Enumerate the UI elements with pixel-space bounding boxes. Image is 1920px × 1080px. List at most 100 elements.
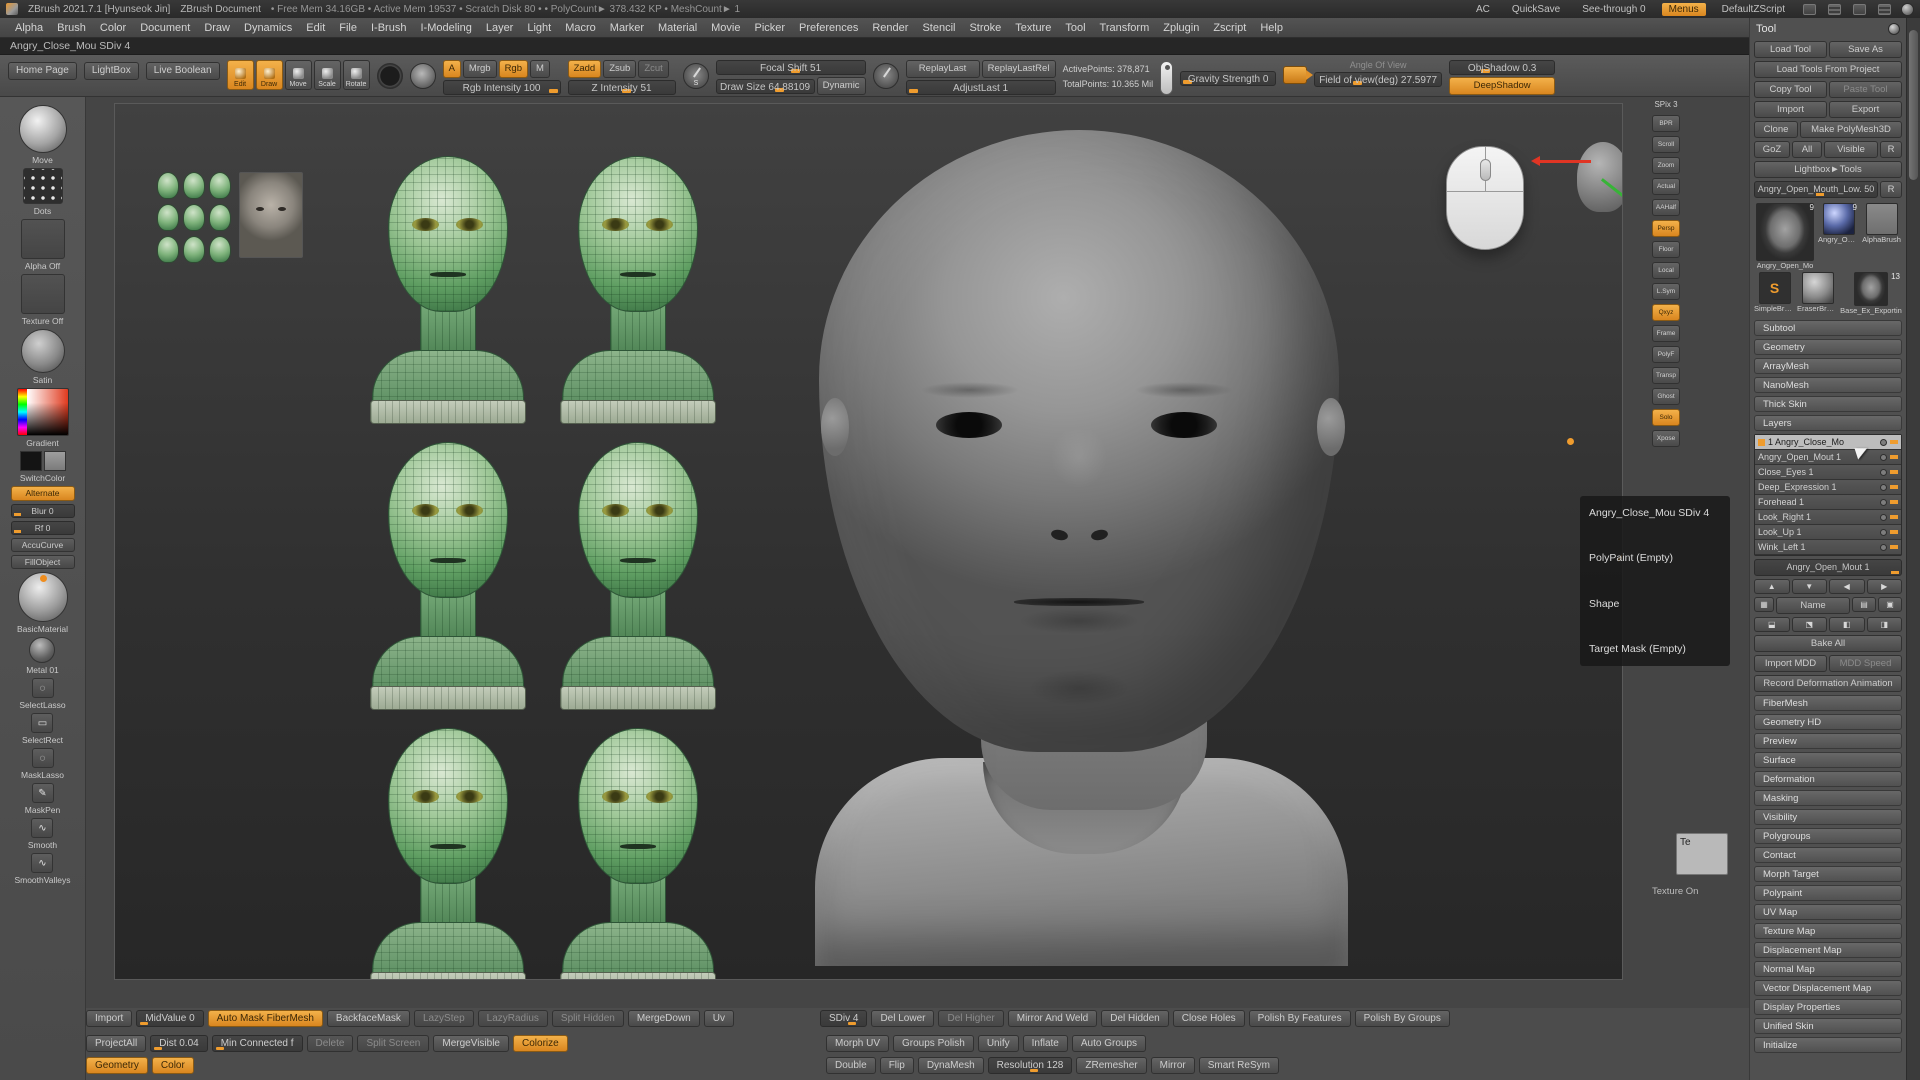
mdd-speed-button[interactable]: MDD Speed (1829, 655, 1902, 672)
bottom-button[interactable]: ProjectAll (86, 1035, 146, 1052)
tool-section-header[interactable]: Initialize (1754, 1037, 1902, 1053)
rotate-gizmo-handle[interactable] (1567, 438, 1574, 445)
menu-item[interactable]: Stencil (915, 18, 962, 38)
right-shelf-button[interactable]: Xpose (1652, 430, 1680, 447)
bottom-button[interactable]: Del Higher (938, 1010, 1003, 1027)
bottom-button[interactable]: DynaMesh (918, 1057, 984, 1074)
right-shelf-button[interactable]: Frame (1652, 325, 1680, 342)
tray-item[interactable]: BasicMaterial (17, 572, 68, 634)
quicksave-button[interactable]: QuickSave (1506, 4, 1566, 15)
right-shelf-button[interactable]: Zoom (1652, 157, 1680, 174)
layer-row[interactable]: Look_Up 1 (1755, 525, 1901, 540)
menu-item[interactable]: Dynamics (237, 18, 299, 38)
mrgb-button[interactable]: Mrgb (463, 60, 497, 78)
bottom-button[interactable]: Groups Polish (893, 1035, 974, 1052)
tray-item[interactable]: Satin (21, 329, 65, 385)
tool-section-header[interactable]: Deformation (1754, 771, 1902, 787)
tool-thumbnail[interactable]: S SimpleBrush (1754, 272, 1795, 315)
bottom-button[interactable]: Morph UV (826, 1035, 889, 1052)
tool-thumbnail[interactable]: EraserBrush (1797, 272, 1838, 315)
bottom-button[interactable]: Double (826, 1057, 876, 1074)
bottom-button[interactable]: LazyStep (414, 1010, 474, 1027)
dynamic-button[interactable]: Dynamic (817, 77, 866, 95)
menu-item[interactable]: Zscript (1206, 18, 1253, 38)
record-deformation-button[interactable]: Record Deformation Animation (1754, 675, 1902, 692)
bottom-button[interactable]: Smart ReSym (1199, 1057, 1279, 1074)
menu-item[interactable]: Light (520, 18, 558, 38)
bottom-button[interactable]: Del Hidden (1101, 1010, 1168, 1027)
bottom-button[interactable]: Split Screen (357, 1035, 429, 1052)
bake-all-button[interactable]: Bake All (1754, 635, 1902, 652)
layer-duplicate-icon[interactable]: ▤ (1852, 597, 1876, 612)
context-menu-item[interactable]: Target Mask (Empty) (1589, 642, 1721, 656)
tray-item[interactable]: FillObject (11, 555, 75, 569)
layer-options-icon[interactable]: ◨ (1867, 617, 1903, 632)
symmetry-dial-icon[interactable]: S (683, 63, 709, 89)
current-layer-slider[interactable]: Angry_Open_Mout 1 (1754, 559, 1902, 576)
layer-merge-icon[interactable]: ⬓ (1754, 617, 1790, 632)
scrollbar-thumb[interactable] (1909, 30, 1918, 180)
tool-section-header[interactable]: Thick Skin (1754, 396, 1902, 412)
wireframe-head-model[interactable] (558, 440, 718, 712)
menu-item[interactable]: Transform (1093, 18, 1157, 38)
right-shelf-button[interactable]: BPR (1652, 115, 1680, 132)
layer-row[interactable]: Look_Right 1 (1755, 510, 1901, 525)
layer-prev-button[interactable]: ◀ (1829, 579, 1865, 594)
layer-row[interactable]: Wink_Left 1 (1755, 540, 1901, 555)
zbrush-document[interactable] (114, 103, 1623, 980)
menu-item[interactable]: I-Modeling (413, 18, 478, 38)
wireframe-head-model[interactable] (558, 726, 718, 980)
tool-section-header[interactable]: FiberMesh (1754, 695, 1902, 711)
expression-thumb[interactable] (183, 236, 205, 263)
tray-item[interactable]: Dots (23, 168, 63, 216)
mode-button[interactable]: Scale (314, 60, 341, 90)
menu-item[interactable]: Draw (197, 18, 237, 38)
rgb-button[interactable]: Rgb (499, 60, 528, 78)
speaker-icon[interactable] (1878, 4, 1891, 15)
right-shelf-button[interactable]: Persp (1652, 220, 1680, 237)
tool-thumbnail[interactable]: 13 Base_Ex_Exportin (1840, 272, 1902, 315)
a-button[interactable]: A (443, 60, 461, 78)
bottom-button[interactable]: Auto Mask FiberMesh (208, 1010, 323, 1027)
layer-row[interactable]: Close_Eyes 1 (1755, 465, 1901, 480)
tool-section-header[interactable]: Geometry (1754, 339, 1902, 355)
layer-name-button[interactable]: Name (1776, 597, 1850, 614)
tool-section-header[interactable]: ArrayMesh (1754, 358, 1902, 374)
layer-down-button[interactable]: ▼ (1792, 579, 1828, 594)
tray-item[interactable]: Blur 0 (11, 504, 75, 518)
tray-item[interactable]: Metal 01 (26, 637, 59, 675)
tool-section-header[interactable]: Surface (1754, 752, 1902, 768)
tray-item[interactable]: SelectLasso (19, 678, 65, 710)
tray-item[interactable]: Alternate (11, 486, 75, 501)
bottom-button[interactable]: Split Hidden (552, 1010, 624, 1027)
bottom-button[interactable]: Mirror And Weld (1008, 1010, 1098, 1027)
clone-button[interactable]: Clone (1754, 121, 1798, 138)
tool-section-header[interactable]: Unified Skin (1754, 1018, 1902, 1034)
right-shelf-button[interactable]: Actual (1652, 178, 1680, 195)
layer-row[interactable]: Angry_Open_Mout 1 (1755, 450, 1901, 465)
tool-section-header[interactable]: Normal Map (1754, 961, 1902, 977)
tray-item[interactable]: AccuCurve (11, 538, 75, 552)
wireframe-head-model[interactable] (558, 154, 718, 426)
expression-thumb[interactable] (183, 204, 205, 231)
save-as-button[interactable]: Save As (1829, 41, 1902, 58)
tool-section-header[interactable]: Contact (1754, 847, 1902, 863)
layer-intensity-handle[interactable] (1890, 515, 1898, 519)
replay-last-button[interactable]: ReplayLast (906, 60, 980, 78)
menu-item[interactable]: Marker (603, 18, 651, 38)
bottom-button[interactable]: Uv (704, 1010, 734, 1027)
tool-thumbnail[interactable]: 9 Angry_Open_Mo (1818, 203, 1859, 270)
tray-item[interactable]: SwitchColor (20, 451, 66, 483)
right-shelf-button[interactable]: L.Sym (1652, 283, 1680, 300)
menus-button[interactable]: Menus (1662, 3, 1706, 16)
bottom-button[interactable]: SDiv 4 (820, 1010, 867, 1027)
load-tool-button[interactable]: Load Tool (1754, 41, 1827, 58)
menu-item[interactable]: Zplugin (1156, 18, 1206, 38)
layer-eye-icon[interactable] (1880, 454, 1887, 461)
customize-icon[interactable] (1853, 4, 1866, 15)
camera-icon[interactable] (1283, 66, 1307, 84)
ac-button[interactable]: AC (1470, 4, 1496, 15)
tool-section-header[interactable]: NanoMesh (1754, 377, 1902, 393)
tool-section-header[interactable]: Masking (1754, 790, 1902, 806)
tray-item[interactable]: Texture Off (21, 274, 65, 326)
